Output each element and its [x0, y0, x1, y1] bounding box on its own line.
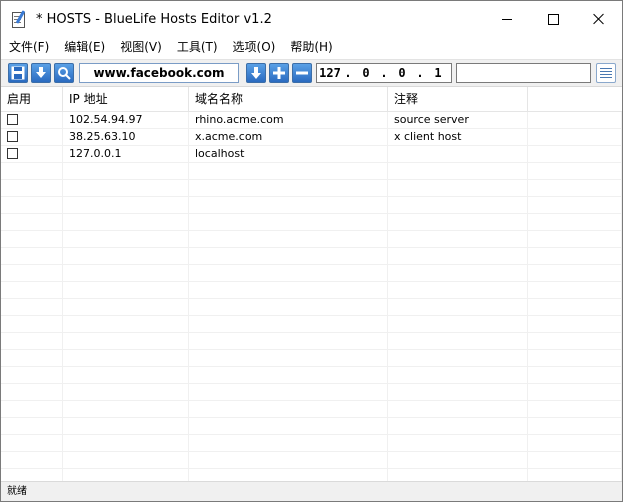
header-ip[interactable]: IP 地址: [63, 87, 189, 111]
empty-row: [1, 401, 622, 418]
ip-octet-4[interactable]: 1: [425, 66, 451, 80]
cell-domain: localhost: [189, 146, 388, 163]
menu-edit[interactable]: 编辑(E): [56, 37, 112, 57]
ip-octet-3[interactable]: 0: [389, 66, 415, 80]
close-button[interactable]: [576, 1, 622, 37]
empty-row: [1, 282, 622, 299]
empty-row: [1, 316, 622, 333]
search-icon: [58, 67, 71, 80]
table-row[interactable]: 127.0.0.1 localhost: [1, 146, 622, 163]
app-icon: [11, 10, 27, 28]
minus-icon: [296, 71, 308, 75]
empty-row: [1, 265, 622, 282]
enable-checkbox[interactable]: [7, 114, 18, 125]
ip-dot: .: [416, 66, 424, 80]
search-button[interactable]: [54, 63, 74, 83]
list-icon: [600, 68, 612, 69]
domain-input[interactable]: [79, 63, 239, 83]
enable-checkbox[interactable]: [7, 131, 18, 142]
menu-view[interactable]: 视图(V): [112, 37, 169, 57]
save-button[interactable]: [8, 63, 28, 83]
table-header: 启用 IP 地址 域名名称 注释: [1, 87, 622, 112]
menu-file[interactable]: 文件(F): [1, 37, 56, 57]
menu-bar: 文件(F) 编辑(E) 视图(V) 工具(T) 选项(O) 帮助(H): [1, 37, 622, 57]
list-view-button[interactable]: [596, 63, 616, 83]
empty-row: [1, 367, 622, 384]
menu-help[interactable]: 帮助(H): [282, 37, 339, 57]
cell-comment: source server: [388, 112, 528, 129]
close-icon: [593, 13, 605, 25]
cell-domain: rhino.acme.com: [189, 112, 388, 129]
empty-row: [1, 197, 622, 214]
header-domain[interactable]: 域名名称: [189, 87, 388, 111]
table-row[interactable]: 102.54.94.97 rhino.acme.com source serve…: [1, 112, 622, 129]
lookup-ip-button[interactable]: [246, 63, 266, 83]
maximize-button[interactable]: [530, 1, 576, 37]
download-button[interactable]: [31, 63, 51, 83]
empty-row: [1, 299, 622, 316]
plus-icon: [273, 67, 285, 79]
empty-row: [1, 163, 622, 180]
comment-input[interactable]: [456, 63, 591, 83]
header-spacer: [528, 87, 622, 111]
download-icon: [36, 67, 46, 78]
empty-row: [1, 180, 622, 197]
hosts-table: 启用 IP 地址 域名名称 注释 102.54.94.97 rhino.acme…: [1, 87, 622, 481]
table-body: 102.54.94.97 rhino.acme.com source serve…: [1, 112, 622, 481]
header-enabled[interactable]: 启用: [1, 87, 63, 111]
empty-row: [1, 214, 622, 231]
empty-row: [1, 333, 622, 350]
empty-row: [1, 452, 622, 469]
cell-ip: 102.54.94.97: [63, 112, 189, 129]
empty-row: [1, 248, 622, 265]
arrow-down-icon: [251, 67, 261, 79]
maximize-icon: [547, 13, 559, 25]
ip-octet-1[interactable]: 127: [317, 66, 343, 80]
cell-comment: [388, 146, 528, 163]
cell-domain: x.acme.com: [189, 129, 388, 146]
minimize-icon: [502, 18, 512, 20]
empty-row: [1, 350, 622, 367]
status-bar: 就绪: [1, 481, 622, 501]
ip-octet-2[interactable]: 0: [353, 66, 379, 80]
empty-row: [1, 418, 622, 435]
save-icon: [11, 66, 25, 80]
title-bar: * HOSTS - BlueLife Hosts Editor v1.2: [1, 1, 622, 37]
window-title: * HOSTS - BlueLife Hosts Editor v1.2: [36, 11, 272, 27]
header-comment[interactable]: 注释: [388, 87, 528, 111]
add-entry-button[interactable]: [269, 63, 289, 83]
cell-ip: 38.25.63.10: [63, 129, 189, 146]
ip-dot: .: [344, 66, 352, 80]
cell-ip: 127.0.0.1: [63, 146, 189, 163]
ip-address-field[interactable]: 127 . 0 . 0 . 1: [316, 63, 452, 83]
enable-checkbox[interactable]: [7, 148, 18, 159]
toolbar: 127 . 0 . 0 . 1: [1, 59, 622, 87]
remove-entry-button[interactable]: [292, 63, 312, 83]
menu-tools[interactable]: 工具(T): [169, 37, 225, 57]
menu-options[interactable]: 选项(O): [225, 37, 283, 57]
app-window: * HOSTS - BlueLife Hosts Editor v1.2 文件(…: [0, 0, 623, 502]
table-row[interactable]: 38.25.63.10 x.acme.com x client host: [1, 129, 622, 146]
empty-row: [1, 469, 622, 481]
empty-row: [1, 384, 622, 401]
empty-row: [1, 435, 622, 452]
ip-dot: .: [380, 66, 388, 80]
empty-row: [1, 231, 622, 248]
minimize-button[interactable]: [484, 1, 530, 37]
cell-comment: x client host: [388, 129, 528, 146]
